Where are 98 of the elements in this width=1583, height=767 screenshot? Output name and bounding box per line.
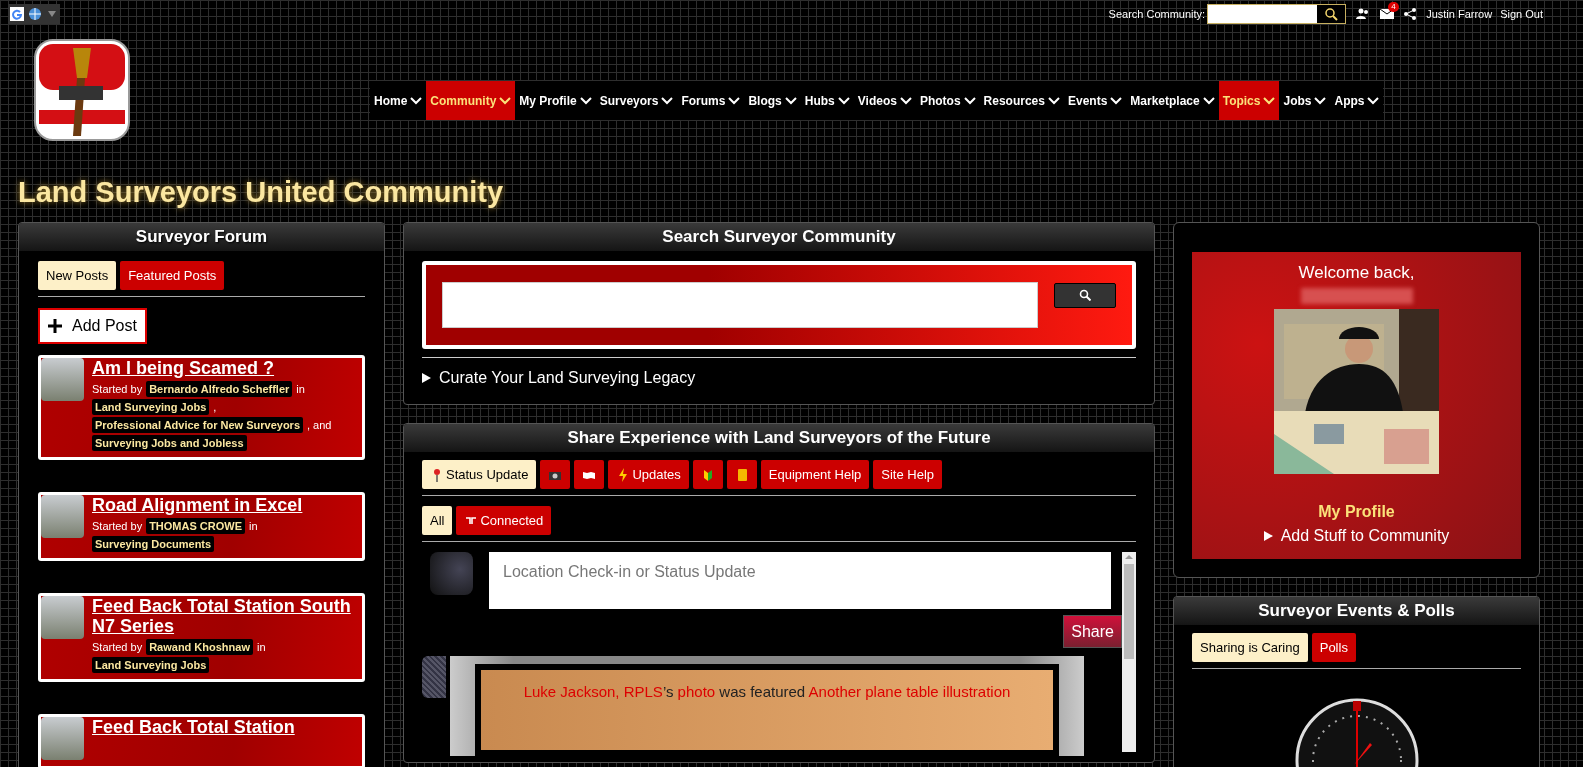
nav-item[interactable]: Resources — [979, 81, 1064, 120]
meta-text: Started by — [92, 382, 143, 397]
nav-item[interactable]: My Profile — [515, 81, 596, 120]
sign-out-link[interactable]: Sign Out — [1500, 5, 1543, 23]
tag-link[interactable]: Rawand Khoshnaw — [146, 639, 253, 655]
post-thumbnail[interactable] — [41, 495, 84, 538]
tag-link[interactable]: Surveying Jobs and Jobless — [92, 435, 247, 451]
people-icon[interactable] — [1356, 8, 1371, 20]
meta-text: Started by — [92, 519, 143, 534]
post-thumbnail[interactable] — [41, 596, 84, 639]
tag-link[interactable]: Land Surveying Jobs — [92, 399, 210, 415]
search-input[interactable] — [442, 282, 1038, 328]
tab[interactable]: Connected — [456, 506, 552, 535]
chevron-down-icon — [784, 96, 797, 105]
chevron-down-icon — [1047, 96, 1060, 105]
share-button[interactable]: Share — [1063, 615, 1122, 648]
panel-title: Surveyor Forum — [135, 226, 268, 249]
chevron-down-icon — [837, 96, 850, 105]
chevron-down-icon — [963, 96, 976, 105]
nav-item[interactable]: Community — [426, 81, 516, 120]
chevron-down-icon — [579, 96, 592, 105]
post-title[interactable]: Am I being Scamed ? — [92, 358, 356, 378]
search-label: Search Community: — [1108, 6, 1206, 22]
nav-item[interactable]: Jobs — [1279, 81, 1331, 120]
expand-icon[interactable] — [1263, 530, 1273, 541]
post-title[interactable]: Road Alignment in Excel — [92, 495, 356, 515]
tab[interactable]: Equipment Help — [760, 460, 870, 489]
plus-icon — [48, 319, 62, 333]
chevron-down-icon — [899, 96, 912, 105]
meta-text: in — [257, 640, 266, 655]
nav-item[interactable]: Blogs — [744, 81, 801, 120]
meta-text: Started by — [92, 640, 143, 655]
tab[interactable] — [726, 460, 757, 489]
panel-title: Share Experience with Land Surveyors of the Future — [567, 427, 991, 450]
nav-item[interactable]: Forums — [677, 81, 745, 120]
search-icon[interactable] — [1317, 5, 1346, 23]
tab[interactable]: New Posts — [38, 261, 117, 290]
expand-link[interactable]: Curate Your Land Surveying Legacy — [439, 366, 696, 390]
nav-item[interactable]: Hubs — [800, 81, 854, 120]
nav-item[interactable]: Photos — [915, 81, 980, 120]
nav-item[interactable]: Videos — [853, 81, 916, 120]
chevron-down-icon — [1202, 96, 1215, 105]
search-field[interactable] — [1207, 4, 1347, 24]
chevron-down-icon — [1263, 96, 1276, 105]
notification-badge: 4 — [1388, 2, 1399, 12]
tag-link[interactable]: Professional Advice for New Surveyors — [92, 417, 303, 433]
tab[interactable]: Updates — [608, 460, 689, 489]
share-icon[interactable] — [1404, 8, 1417, 20]
meta-text: in — [296, 382, 305, 397]
chevron-down-icon — [410, 96, 423, 105]
status-input[interactable]: Location Check-in or Status Update — [489, 552, 1111, 609]
chevron-down-icon — [1367, 96, 1380, 105]
feed-text: Luke Jackson, RPLS’s photo was featured Another plane table illustration — [481, 670, 1053, 750]
post-thumbnail[interactable] — [41, 358, 84, 401]
nav-item[interactable]: Events — [1063, 81, 1127, 120]
meta-text: , and — [307, 418, 332, 433]
tab[interactable]: Polls — [1311, 633, 1356, 662]
add-post-button[interactable]: Add Post — [38, 308, 147, 344]
meta-text: in — [249, 519, 258, 534]
expand-icon[interactable] — [422, 373, 431, 383]
tab[interactable]: Site Help — [873, 460, 943, 489]
tab[interactable]: Sharing is Caring — [1192, 633, 1308, 662]
search-icon — [1079, 289, 1091, 301]
panel-title: Search Surveyor Community — [662, 226, 896, 249]
search-button[interactable] — [1054, 282, 1116, 308]
tag-link[interactable]: Bernardo Alfredo Scheffler — [146, 381, 293, 397]
page-title: Land Surveyors United Community — [18, 175, 504, 210]
panel-title: Surveyor Events & Polls — [1258, 600, 1455, 623]
post-thumbnail[interactable] — [41, 717, 84, 760]
nav-item[interactable]: Marketplace — [1126, 81, 1219, 120]
nav-item[interactable]: Topics — [1218, 81, 1280, 120]
welcome-text: Welcome back, — [1298, 262, 1415, 284]
nav-item[interactable]: Apps — [1330, 81, 1384, 120]
chevron-down-icon — [728, 96, 741, 105]
profile-link[interactable]: My Profile — [1318, 499, 1395, 524]
scrollbar[interactable] — [1122, 552, 1136, 752]
tag-link[interactable]: THOMAS CROWE — [146, 518, 246, 534]
tab[interactable]: All — [422, 506, 453, 535]
globe-icon[interactable] — [28, 7, 42, 21]
nav-item[interactable]: Home — [370, 81, 427, 120]
scroll-thumb[interactable] — [1124, 564, 1134, 659]
user-link[interactable]: Justin Farrow — [1426, 5, 1493, 23]
tag-link[interactable]: Land Surveying Jobs — [92, 657, 210, 673]
expand-link[interactable]: Add Stuff to Community — [1280, 523, 1450, 548]
chevron-down-icon — [1314, 96, 1327, 105]
nav-item[interactable]: Surveyors — [595, 81, 678, 120]
tab[interactable] — [692, 460, 723, 489]
logo[interactable] — [33, 38, 131, 142]
chevron-down-icon — [661, 96, 674, 105]
post-title[interactable]: Feed Back Total Station South N7 Series — [92, 596, 356, 636]
tab[interactable] — [574, 460, 605, 489]
meta-text: , — [213, 400, 217, 415]
tag-link[interactable]: Surveying Documents — [92, 536, 215, 552]
tab[interactable]: Featured Posts — [120, 261, 225, 290]
chevron-down-icon — [1110, 96, 1123, 105]
chevron-down-icon — [499, 96, 512, 105]
tab[interactable]: Status Update — [422, 460, 537, 489]
google-icon[interactable] — [10, 7, 24, 21]
